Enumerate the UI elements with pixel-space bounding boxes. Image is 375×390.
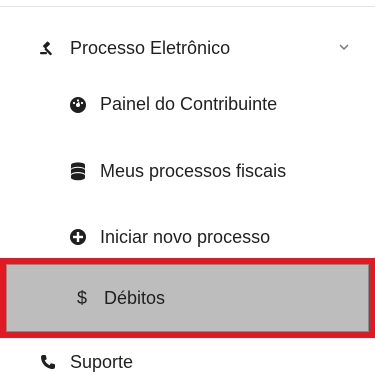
menu-item-processo-eletronico[interactable]: Processo Eletrônico (0, 26, 375, 70)
dashboard-icon (68, 94, 88, 114)
menu-item-label: Processo Eletrônico (70, 37, 231, 58)
menu-item-painel-do-contribuinte[interactable]: Painel do Contribuinte (0, 82, 375, 126)
chevron-down-icon[interactable] (336, 39, 352, 55)
menu-top-border (0, 0, 375, 7)
database-icon (68, 161, 88, 181)
menu-item-label: Suporte (70, 351, 134, 372)
menu-item-label: Débitos (104, 287, 166, 308)
menu-item-debitos[interactable]: $ Débitos (0, 258, 375, 338)
menu-item-label: Painel do Contribuinte (100, 93, 278, 114)
menu-item-label: Meus processos fiscais (100, 160, 287, 181)
menu-item-meus-processos-fiscais[interactable]: Meus processos fiscais (0, 149, 375, 193)
menu-item-label: Iniciar novo processo (100, 226, 271, 247)
phone-icon (38, 352, 58, 372)
dollar-icon: $ (76, 287, 87, 308)
menu-item-suporte[interactable]: Suporte (0, 340, 375, 384)
gavel-icon (38, 38, 58, 58)
plus-circle-icon (68, 227, 88, 247)
menu-item-iniciar-novo-processo[interactable]: Iniciar novo processo (0, 215, 375, 259)
